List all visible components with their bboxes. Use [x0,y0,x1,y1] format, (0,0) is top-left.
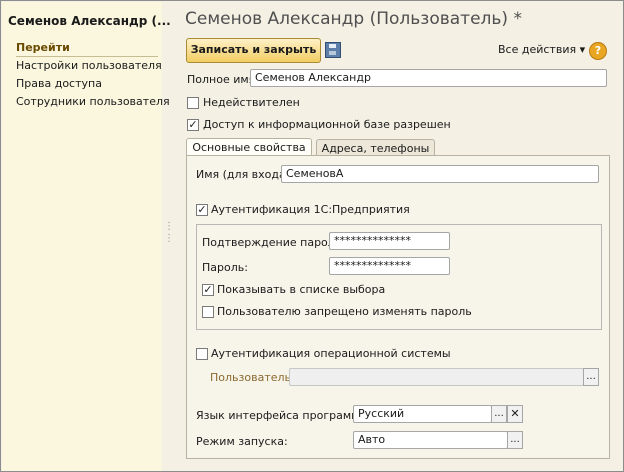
access-allowed-checkbox[interactable]: ✓ [187,119,199,131]
confirm-password-input[interactable]: ************** [329,232,450,250]
goto-heading: Перейти [16,41,158,57]
nav-user-settings[interactable]: Настройки пользователя [16,59,162,72]
page-title: Семенов Александр (Пользователь) * [185,9,522,29]
window-frame: Семенов Александр (... Перейти Настройки… [0,0,624,472]
show-in-list-label: Показывать в списке выбора [217,283,386,296]
os-user-select-button[interactable]: ... [583,368,599,386]
password-input[interactable]: ************** [329,257,450,275]
language-input[interactable]: Русский [353,405,492,423]
os-auth-label: Аутентификация операционной системы [211,347,451,360]
help-icon[interactable]: ? [589,42,607,60]
full-name-input[interactable]: Семенов Александр [250,69,607,87]
confirm-password-label: Подтверждение пароля: [202,236,346,249]
login-label: Имя (для входа): [196,168,294,181]
access-allowed-label: Доступ к информационной базе разрешен [203,118,451,131]
forbid-password-change-label: Пользователю запрещено изменять пароль [217,305,472,318]
login-input[interactable]: СеменовА [281,165,599,183]
language-select-button[interactable]: ... [491,405,507,423]
auth-1c-checkbox[interactable]: ✓ [196,204,208,216]
launch-mode-select-button[interactable]: ... [507,431,523,449]
panel-splitter-handle[interactable]: ⋮ ⋮ [164,221,174,245]
forbid-password-change-checkbox[interactable] [202,306,214,318]
language-clear-button[interactable]: ✕ [507,405,523,423]
nav-access-rights[interactable]: Права доступа [16,77,102,90]
launch-mode-input[interactable]: Авто [353,431,508,449]
save-and-close-button[interactable]: Записать и закрыть [186,38,321,63]
show-in-list-checkbox[interactable]: ✓ [202,284,214,296]
left-panel-title: Семенов Александр (... [8,14,171,28]
floppy-disk-icon[interactable] [325,42,341,58]
all-actions-menu[interactable]: Все действия ▾ [498,43,585,56]
nav-user-employees[interactable]: Сотрудники пользователя [16,95,170,108]
os-auth-checkbox[interactable] [196,348,208,360]
auth-1c-label: Аутентификация 1С:Предприятия [211,203,410,216]
os-user-input[interactable] [289,368,584,386]
left-panel: Семенов Александр (... Перейти Настройки… [2,2,171,471]
language-label: Язык интерфейса программы: [196,409,372,422]
launch-mode-label: Режим запуска: [196,435,288,448]
full-name-label: Полное имя: [187,73,259,86]
os-user-label: Пользователь: [210,371,295,384]
invalid-label: Недействителен [203,96,300,109]
invalid-checkbox[interactable] [187,97,199,109]
password-label: Пароль: [202,261,248,274]
